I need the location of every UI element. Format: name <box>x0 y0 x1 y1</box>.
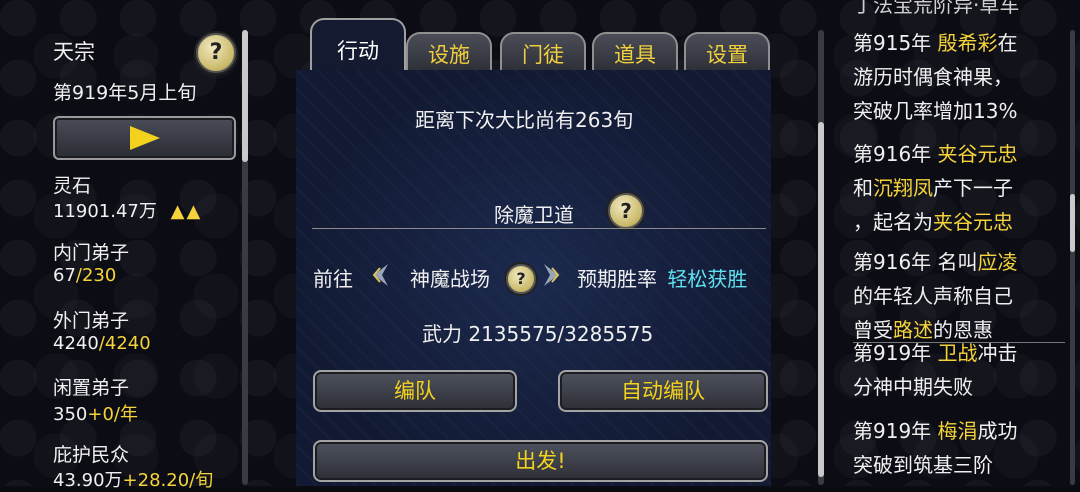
event-line: 分神中期失败 <box>853 374 973 400</box>
event-text: 第916年 名叫 <box>853 250 978 274</box>
current-date: 第919年5月上旬 <box>53 82 197 104</box>
outer-disciples-label: 外门弟子 <box>53 310 130 332</box>
idle-disciples-rate: +0/年 <box>87 404 138 425</box>
event-text: 第916年 <box>853 142 938 166</box>
sect-status-panel: 天宗 ? 第919年5月上旬 灵石 11901.47万 ▲▲ 内门弟子 67/2… <box>0 0 265 491</box>
power-readout: 武力 2135575/3285575 <box>422 322 654 346</box>
event-line: 第916年 夹谷元忠 <box>853 141 1018 167</box>
section-title: 除魔卫道 <box>494 203 574 227</box>
idle-disciples-label: 闲置弟子 <box>53 377 130 399</box>
protected-people-label: 庇护民众 <box>53 444 130 466</box>
event-text: 的年轻人声称自己 <box>853 284 1013 308</box>
win-rate-label: 预期胜率 <box>577 267 657 291</box>
tab-action[interactable]: 行动 <box>310 18 406 76</box>
trend-up-icon: ▲▲ <box>170 201 203 222</box>
event-line: 突破几率增加13% <box>853 98 1017 124</box>
left-scrollbar[interactable] <box>242 30 248 485</box>
win-rate-value: 轻松获胜 <box>667 267 748 291</box>
advance-time-button[interactable] <box>53 116 236 160</box>
right-scrollbar[interactable] <box>1070 30 1075 485</box>
event-line: 第919年 梅涓成功 <box>853 418 1018 444</box>
tab-bar: 行动 设施 门徒 道具 设置 <box>296 6 771 76</box>
destination-name: 神魔战场 <box>410 267 490 291</box>
event-name: 应凌 <box>977 250 1018 274</box>
outer-disciples-row: 4240/4240 <box>53 333 151 354</box>
destination-help-icon[interactable]: ? <box>506 264 536 294</box>
prev-destination-icon[interactable] <box>368 262 394 288</box>
section-divider <box>312 228 766 229</box>
inner-disciples-label: 内门弟子 <box>53 242 130 264</box>
event-text: 突破几率增加13% <box>853 99 1018 123</box>
goto-label: 前往 <box>313 267 353 291</box>
event-name: 殷希彩 <box>937 31 998 55</box>
event-text: 第919年 <box>853 341 938 365</box>
tournament-countdown: 距离下次大比尚有263旬 <box>415 108 634 132</box>
event-line: 第916年 名叫应凌 <box>853 249 1018 275</box>
event-name: 梅涓 <box>937 419 978 443</box>
spirit-stone-row: 11901.47万 ▲▲ <box>53 197 202 223</box>
help-icon[interactable]: ? <box>196 33 236 73</box>
event-text: 分神中期失败 <box>853 375 973 399</box>
spirit-stone-label: 灵石 <box>53 175 92 197</box>
left-scrollbar-thumb[interactable] <box>242 30 248 162</box>
event-name: 卫战 <box>937 341 978 365</box>
event-text: 产下一子 <box>933 176 1013 200</box>
spirit-stone-value: 11901.47万 <box>53 201 157 222</box>
event-line: ，起名为夹谷元忠 <box>853 209 1013 235</box>
event-line: 第919年 卫战冲击 <box>853 340 1018 366</box>
play-icon <box>130 126 160 150</box>
section-help-icon[interactable]: ? <box>608 193 644 229</box>
event-line: 突破到筑基三阶 <box>853 452 993 478</box>
auto-team-button[interactable]: 自动编队 <box>558 370 768 412</box>
event-name: 路述 <box>893 318 933 342</box>
protected-people-row: 43.90万+28.20/旬 <box>53 466 213 492</box>
event-line: 游历时偶食神果， <box>853 64 1013 90</box>
next-destination-icon[interactable] <box>538 262 564 288</box>
event-text: 曾受 <box>853 318 893 342</box>
event-name: 夹谷元忠 <box>937 142 1018 166</box>
event-name: 沉翔凤 <box>873 176 933 200</box>
outer-disciples-count: 4240 <box>53 333 99 354</box>
protected-people-count: 43.90万 <box>53 470 123 491</box>
event-text: 在 <box>997 31 1018 55</box>
inner-disciples-row: 67/230 <box>53 265 116 286</box>
outer-disciples-max: /4240 <box>98 333 151 354</box>
inner-disciples-count: 67 <box>53 265 76 286</box>
event-line: 和沉翔凤产下一子 <box>853 175 1013 201</box>
event-text: 第919年 <box>853 419 938 443</box>
depart-button[interactable]: 出发! <box>313 440 768 482</box>
idle-disciples-row: 350+0/年 <box>53 400 138 426</box>
event-line: 的年轻人声称自己 <box>853 283 1013 309</box>
event-line: 第915年 殷希彩在 <box>853 30 1018 56</box>
inner-disciples-max: /230 <box>75 265 117 286</box>
event-text: 游历时偶食神果， <box>853 65 1013 89</box>
event-log-cut-line: 丁法宝荒阶异·草车 <box>853 0 1020 17</box>
event-text: ，起名为 <box>853 210 933 234</box>
sect-name: 天宗 <box>53 40 95 64</box>
event-text: 第915年 <box>853 31 938 55</box>
event-text: 和 <box>853 176 873 200</box>
idle-disciples-count: 350 <box>53 404 88 425</box>
win-rate-row: 预期胜率 轻松获胜 <box>577 263 747 292</box>
event-text: 冲击 <box>977 341 1018 365</box>
right-scrollbar-thumb[interactable] <box>1070 194 1075 252</box>
protected-people-rate: +28.20/旬 <box>122 470 214 491</box>
event-name: 夹谷元忠 <box>933 210 1013 234</box>
event-text: 突破到筑基三阶 <box>853 453 993 477</box>
event-text: 的恩惠 <box>933 318 993 342</box>
event-text: 成功 <box>977 419 1018 443</box>
team-button[interactable]: 编队 <box>313 370 517 412</box>
